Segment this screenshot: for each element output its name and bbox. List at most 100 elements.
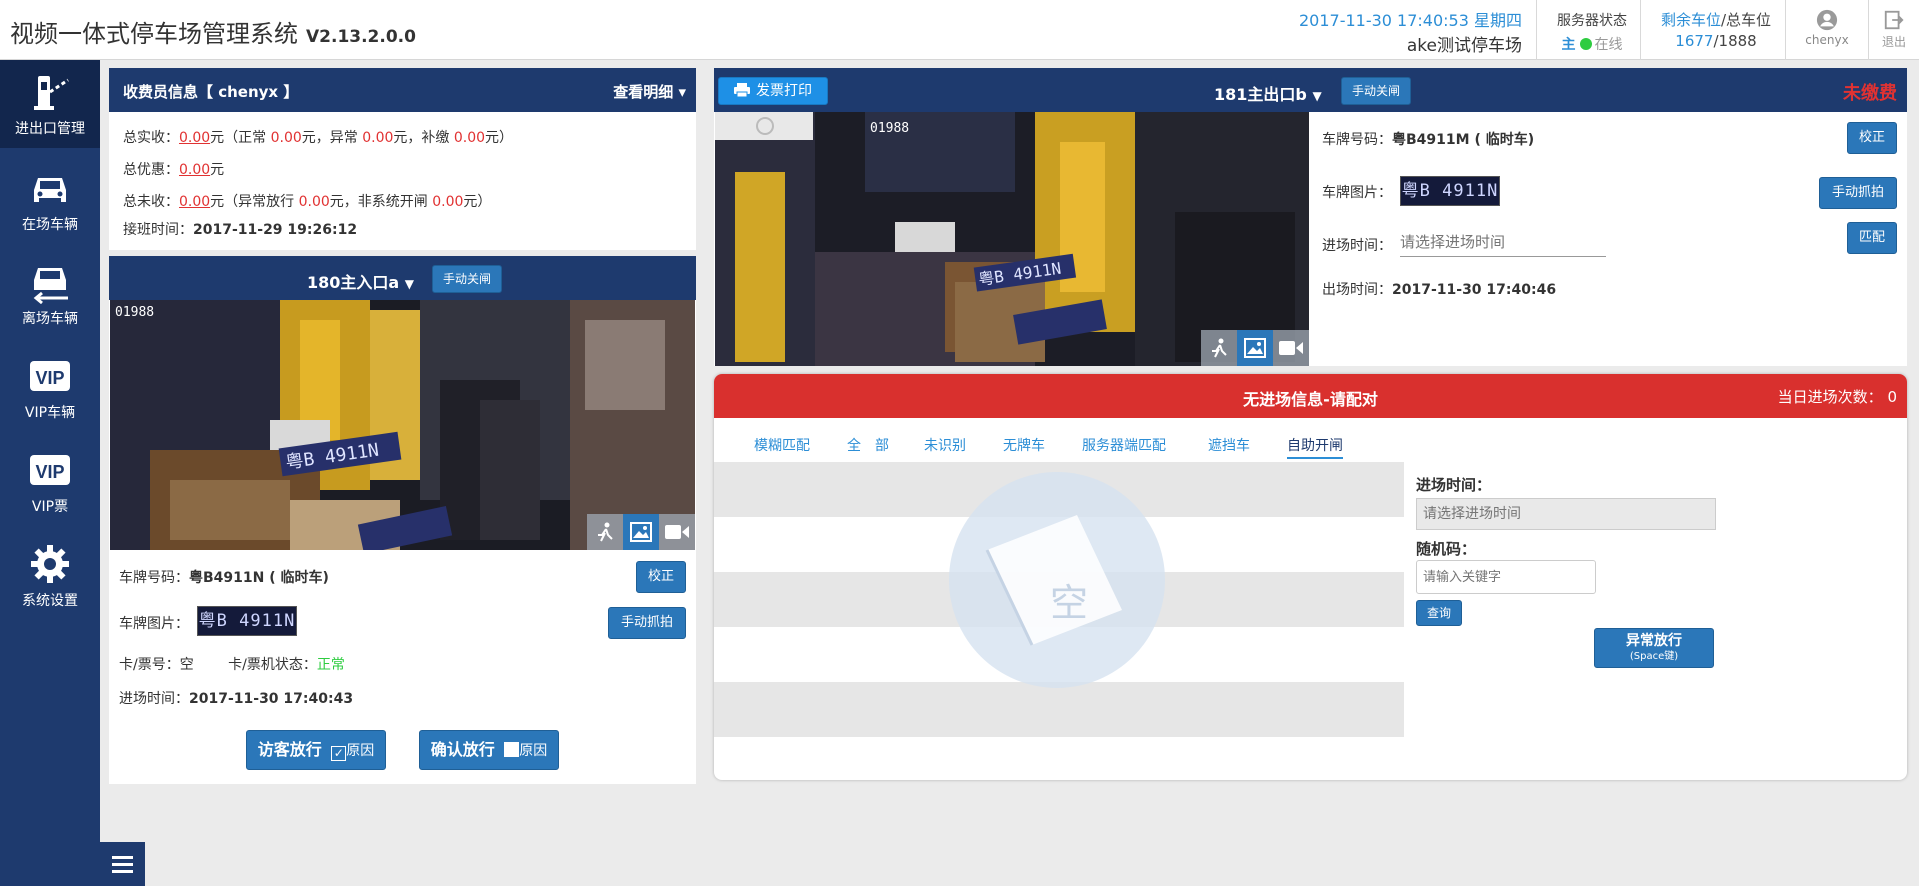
unpaid-tag: 未缴费 <box>1843 83 1897 104</box>
match-button[interactable]: 匹配 <box>1847 222 1897 254</box>
sidebar-item-gate-management[interactable]: 进出口管理 <box>0 60 100 148</box>
normal-label: （正常 <box>224 130 271 146</box>
camera-control-image[interactable] <box>623 514 659 550</box>
exit-plate-image: 粤B 4911N <box>1400 176 1500 206</box>
vip-ticket-icon: VIP <box>30 455 70 485</box>
tab-all[interactable]: 全 部 <box>847 435 889 455</box>
current-datetime: 2017-11-30 17:40:53 星期四 <box>1298 11 1522 30</box>
entrance-manual-close-button[interactable]: 手动关闸 <box>432 265 502 293</box>
sidebar: 进出口管理 在场车辆 离场车辆 VIP VIP车辆 VIP VIP票 系统设置 <box>0 60 100 886</box>
abnormal-release-label: （异常放行 <box>224 194 299 210</box>
plate-label: 车牌号码： <box>119 570 189 586</box>
user-avatar-icon <box>1816 9 1838 31</box>
camera-image: 粤B 4911N 01988 <box>110 300 695 550</box>
app-title: 视频一体式停车场管理系统 V2.13.2.0.0 <box>10 14 416 49</box>
server-status: 服务器状态 主 在线 <box>1547 0 1637 60</box>
non-system-open-label: 元，非系统开闸 <box>329 194 433 210</box>
confirm-release-button[interactable]: 确认放行 原因 <box>419 730 559 770</box>
sidebar-item-departed-vehicles[interactable]: 离场车辆 <box>0 250 100 338</box>
exit-camera-view: 粤B 4911N 01988 <box>715 112 1309 366</box>
vip-icon: VIP <box>30 361 70 391</box>
entrance-entry-time-row: 进场时间：2017-11-30 17:40:43 <box>119 688 353 708</box>
tab-no-plate[interactable]: 无牌车 <box>1003 435 1045 455</box>
plate-image-label: 车牌图片： <box>1322 185 1392 201</box>
visitor-release-button[interactable]: 访客放行 ✓ 原因 <box>246 730 386 770</box>
total-unpaid-label: 总未收： <box>123 194 179 210</box>
top-bar: 视频一体式停车场管理系统 V2.13.2.0.0 2017-11-30 17:40… <box>0 0 1919 60</box>
exit-capture-button[interactable]: 手动抓拍 <box>1819 177 1897 209</box>
exit-time-label: 出场时间： <box>1322 282 1392 298</box>
exit-entry-time-input[interactable] <box>1400 227 1606 257</box>
entrance-correct-button[interactable]: 校正 <box>636 561 686 593</box>
sidebar-item-label: 进出口管理 <box>15 121 85 137</box>
entrance-header: 180主入口a ▼ 手动关闸 <box>109 256 696 300</box>
view-detail-link[interactable]: 查看明细 ▾ <box>613 81 686 102</box>
logout-label: 退出 <box>1881 35 1906 49</box>
tab-server-match[interactable]: 服务器端匹配 <box>1082 435 1166 455</box>
tab-fuzzy-match[interactable]: 模糊匹配 <box>754 435 810 455</box>
random-code-input[interactable] <box>1416 560 1596 594</box>
camera-control-video[interactable] <box>659 514 695 550</box>
svg-text:VIP: VIP <box>35 368 64 388</box>
abnormal-value: 0.00 <box>362 130 394 146</box>
server-status-title: 服务器状态 <box>1557 13 1627 29</box>
abnormal-release-button[interactable]: 异常放行 (Space键) <box>1594 628 1714 668</box>
confirm-release-label: 确认放行 <box>430 740 495 759</box>
exit-manual-close-button[interactable]: 手动关闸 <box>1341 77 1411 105</box>
sidebar-item-label: VIP票 <box>31 499 69 515</box>
server-main-label: 主 <box>1561 37 1576 53</box>
match-header: 无进场信息-请配对 当日进场次数： 0 <box>714 374 1907 418</box>
query-button[interactable]: 查询 <box>1416 600 1462 626</box>
exit-time-value: 2017-11-30 17:40:46 <box>1392 282 1557 298</box>
match-panel: 无进场信息-请配对 当日进场次数： 0 模糊匹配 全 部 未识别 无牌车 服务器… <box>714 374 1907 780</box>
total-discount-value: 0.00 <box>179 162 211 178</box>
svg-text:VIP: VIP <box>35 462 64 482</box>
tab-self-service-open[interactable]: 自助开闸 <box>1287 435 1343 459</box>
camera-control-gate[interactable] <box>587 514 623 550</box>
divider <box>1536 0 1537 60</box>
card-value: 空 <box>179 657 194 673</box>
logout-button[interactable]: 退出 <box>1869 0 1919 60</box>
camera-controls <box>587 514 695 550</box>
person-walking-icon <box>1212 338 1227 358</box>
entrance-channel-select[interactable]: 180主入口a ▼ <box>307 269 414 293</box>
abnormal-release-shortcut: (Space键) <box>1629 651 1679 662</box>
invoice-print-button[interactable]: 发票打印 <box>718 77 828 105</box>
entrance-capture-button[interactable]: 手动抓拍 <box>608 607 686 639</box>
match-tabs: 模糊匹配 全 部 未识别 无牌车 服务器端匹配 遮挡车 自助开闸 <box>714 435 1414 461</box>
sidebar-item-vehicles-in-lot[interactable]: 在场车辆 <box>0 156 100 244</box>
cashier-panel: 收费员信息【 chenyx 】 查看明细 ▾ 总实收：0.00元（正常 0.00… <box>109 68 696 250</box>
tab-unrecognized[interactable]: 未识别 <box>924 435 966 455</box>
entrance-plate-row: 车牌号码：粤B4911N ( 临时车) <box>119 567 329 587</box>
exit-correct-button[interactable]: 校正 <box>1847 122 1897 154</box>
sidebar-item-vip-vehicles[interactable]: VIP VIP车辆 <box>0 344 100 432</box>
camera-control-gate[interactable] <box>1201 330 1237 366</box>
camera-control-video[interactable] <box>1273 330 1309 366</box>
gear-icon <box>31 545 69 583</box>
user-menu[interactable]: chenyx <box>1786 0 1868 60</box>
car-icon <box>34 178 66 202</box>
tab-occluded[interactable]: 遮挡车 <box>1208 435 1250 455</box>
sidebar-item-vip-tickets[interactable]: VIP VIP票 <box>0 438 100 526</box>
caret-down-icon: ▼ <box>404 277 415 291</box>
match-entry-time-label: 进场时间： <box>1416 476 1492 494</box>
exit-time-row: 出场时间：2017-11-30 17:40:46 <box>1322 279 1556 299</box>
empty-state-text: 空 <box>1050 581 1088 625</box>
camera-control-image[interactable] <box>1237 330 1273 366</box>
visitor-reason-checkbox-checked[interactable]: ✓ <box>331 746 347 761</box>
exit-header: 发票打印 181主出口b ▼ 手动关闸 未缴费 <box>714 68 1907 112</box>
plate-image-label: 车牌图片： <box>119 616 189 632</box>
shift-label: 接班时间： <box>123 222 193 238</box>
sidebar-item-settings[interactable]: 系统设置 <box>0 532 100 620</box>
confirm-reason-checkbox[interactable] <box>504 742 520 757</box>
camera-overlay-text: 01988 <box>870 121 909 136</box>
exit-channel-select[interactable]: 181主出口b ▼ <box>1214 81 1322 105</box>
total-discount-label: 总优惠： <box>123 162 179 178</box>
entrance-plate-image: 粤B 4911N <box>197 606 297 636</box>
remaining-count: 1677 <box>1675 32 1714 50</box>
menu-toggle-button[interactable] <box>100 842 145 886</box>
logout-icon <box>1884 10 1904 30</box>
match-results-list: 空 <box>714 462 1404 737</box>
match-entry-time-input[interactable] <box>1416 498 1716 530</box>
camera-image: 粤B 4911N 01988 <box>715 112 1309 366</box>
